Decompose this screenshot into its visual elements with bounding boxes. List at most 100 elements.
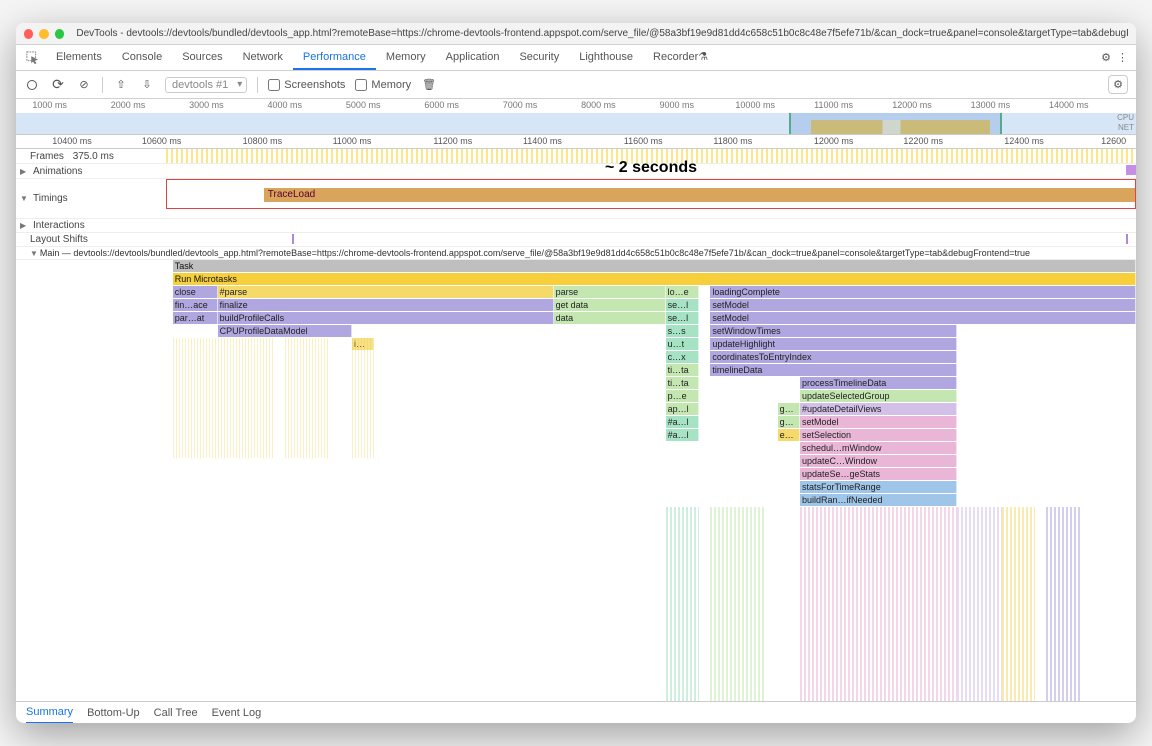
memory-label: Memory	[371, 79, 411, 91]
ruler-tick: 11800 ms	[713, 136, 752, 146]
ruler-tick: 4000 ms	[268, 100, 303, 110]
flame-segment[interactable]: Run Microtasks	[173, 273, 1136, 285]
overview-body[interactable]: CPU NET	[16, 113, 1136, 134]
tab-event-log[interactable]: Event Log	[212, 707, 262, 719]
flame-segment[interactable]: ti…ta	[666, 377, 700, 389]
timings-label[interactable]: ▼Timings	[16, 179, 166, 218]
flame-segment[interactable]: data	[554, 312, 666, 324]
zoom-window-icon[interactable]	[55, 29, 64, 39]
flame-segment[interactable]: updateSelectedGroup	[800, 390, 957, 402]
main-thread-label[interactable]: ▼Main — devtools://devtools/bundled/devt…	[16, 247, 1136, 260]
flame-segment[interactable]: updateC…Window	[800, 455, 957, 467]
tab-recorder[interactable]: Recorder ⚗	[643, 45, 718, 70]
flame-segment[interactable]: setModel	[800, 416, 957, 428]
flame-segment[interactable]: setModel	[710, 312, 1136, 324]
flame-segment[interactable]: p…e	[666, 390, 700, 402]
tab-application[interactable]: Application	[436, 45, 510, 70]
upload-icon[interactable]: ⇧	[113, 77, 129, 93]
flame-segment[interactable]: g…	[778, 416, 800, 428]
animations-label[interactable]: ▶Animations	[16, 164, 166, 178]
close-window-icon[interactable]	[24, 29, 33, 39]
flame-segment[interactable]: lo…e	[666, 286, 700, 298]
tab-network[interactable]: Network	[233, 45, 293, 70]
flame-segment[interactable]: parse	[554, 286, 666, 298]
interactions-label[interactable]: ▶Interactions	[16, 219, 166, 232]
flame-segment[interactable]: setModel	[710, 299, 1136, 311]
flame-segment[interactable]: ap…l	[666, 403, 700, 415]
flame-segment[interactable]: close	[173, 286, 218, 298]
flame-segment[interactable]: buildRan…ifNeeded	[800, 494, 957, 506]
flame-segment[interactable]: s…s	[666, 325, 700, 337]
tab-bottom-up[interactable]: Bottom-Up	[87, 707, 140, 719]
tab-memory[interactable]: Memory	[376, 45, 436, 70]
layout-shifts-label: Layout Shifts	[16, 233, 166, 246]
flame-segment[interactable]: #updateDetailViews	[800, 403, 957, 415]
flame-segment[interactable]: timelineData	[710, 364, 956, 376]
flame-segment[interactable]: updateHighlight	[710, 338, 956, 350]
flame-segment[interactable]: setSelection	[800, 429, 957, 441]
flame-segment[interactable]: updateSe…geStats	[800, 468, 957, 480]
flame-segment[interactable]: get data	[554, 299, 666, 311]
clear-button[interactable]: ⊘	[76, 77, 92, 93]
screenshots-label: Screenshots	[284, 79, 345, 91]
settings-icon[interactable]: ⚙	[1101, 51, 1111, 64]
memory-checkbox[interactable]: Memory	[355, 79, 411, 91]
record-button[interactable]	[24, 77, 40, 93]
flame-segment[interactable]: ti…ta	[666, 364, 700, 376]
layout-shifts-body[interactable]	[166, 233, 1136, 245]
interactions-body[interactable]	[166, 219, 1136, 231]
flame-segment[interactable]: Task	[173, 260, 1136, 272]
tab-console[interactable]: Console	[112, 45, 172, 70]
flame-segment[interactable]: g…	[778, 403, 800, 415]
reload-record-button[interactable]: ⟳	[50, 77, 66, 93]
flame-tail	[1002, 507, 1036, 701]
capture-settings-icon[interactable]: ⚙	[1108, 75, 1128, 94]
flame-segment[interactable]: fin…ace	[173, 299, 218, 311]
flame-segment[interactable]: processTimelineData	[800, 377, 957, 389]
flame-segment[interactable]: #parse	[218, 286, 554, 298]
flame-segment[interactable]: e…	[778, 429, 800, 441]
flame-segment[interactable]: CPUProfileDataModel	[218, 325, 352, 337]
minimize-window-icon[interactable]	[39, 29, 48, 39]
trash-icon[interactable]: 🗑	[421, 77, 437, 93]
session-select[interactable]: devtools #1	[165, 77, 247, 93]
flame-segment[interactable]: coordinatesToEntryIndex	[710, 351, 956, 363]
flame-row: statsForTimeRange	[16, 481, 1136, 494]
screenshots-checkbox[interactable]: Screenshots	[268, 79, 345, 91]
download-icon[interactable]: ⇩	[139, 77, 155, 93]
flame-segment[interactable]: setWindowTimes	[710, 325, 956, 337]
trace-load-bar[interactable]: TraceLoad	[264, 188, 1135, 202]
flame-segment[interactable]: buildProfileCalls	[218, 312, 554, 324]
flame-segment[interactable]: statsForTimeRange	[800, 481, 957, 493]
flame-segment[interactable]: c…x	[666, 351, 700, 363]
flame-segment[interactable]: u…t	[666, 338, 700, 350]
flame-segment[interactable]: #a…l	[666, 429, 700, 441]
tab-lighthouse[interactable]: Lighthouse	[569, 45, 643, 70]
layout-shift-bar[interactable]	[292, 234, 294, 244]
ruler-tick: 2000 ms	[111, 100, 146, 110]
tab-sources[interactable]: Sources	[172, 45, 232, 70]
tab-elements[interactable]: Elements	[46, 45, 112, 70]
layout-shift-bar[interactable]	[1126, 234, 1128, 244]
flask-icon: ⚗	[698, 50, 708, 63]
ruler-tick: 12600	[1101, 136, 1126, 146]
tab-call-tree[interactable]: Call Tree	[154, 707, 198, 719]
flame-segment[interactable]: se…l	[666, 312, 700, 324]
more-icon[interactable]: ⋮	[1117, 51, 1128, 64]
flame-segment[interactable]: se…l	[666, 299, 700, 311]
flame-segment[interactable]: schedul…mWindow	[800, 442, 957, 454]
tab-security[interactable]: Security	[509, 45, 569, 70]
flame-segment[interactable]: finalize	[218, 299, 554, 311]
flame-row: fin…acefinalizeget datase…l setModel	[16, 299, 1136, 312]
overview-selection[interactable]	[789, 113, 1002, 134]
flame-segment[interactable]: par…at	[173, 312, 218, 324]
timings-body[interactable]: ~ 2 seconds TraceLoad	[166, 179, 1136, 218]
flame-chart[interactable]: TaskRun Microtasksclose#parseparselo…e lo…	[16, 260, 1136, 701]
animation-bar[interactable]	[1126, 165, 1136, 175]
flame-segment[interactable]: loadingComplete	[710, 286, 1136, 298]
overview-timeline[interactable]: 1000 ms 2000 ms 3000 ms 4000 ms 5000 ms …	[16, 99, 1136, 135]
tab-summary[interactable]: Summary	[26, 702, 73, 724]
inspect-icon[interactable]	[20, 45, 46, 70]
flame-segment[interactable]: #a…l	[666, 416, 700, 428]
tab-performance[interactable]: Performance	[293, 45, 376, 70]
